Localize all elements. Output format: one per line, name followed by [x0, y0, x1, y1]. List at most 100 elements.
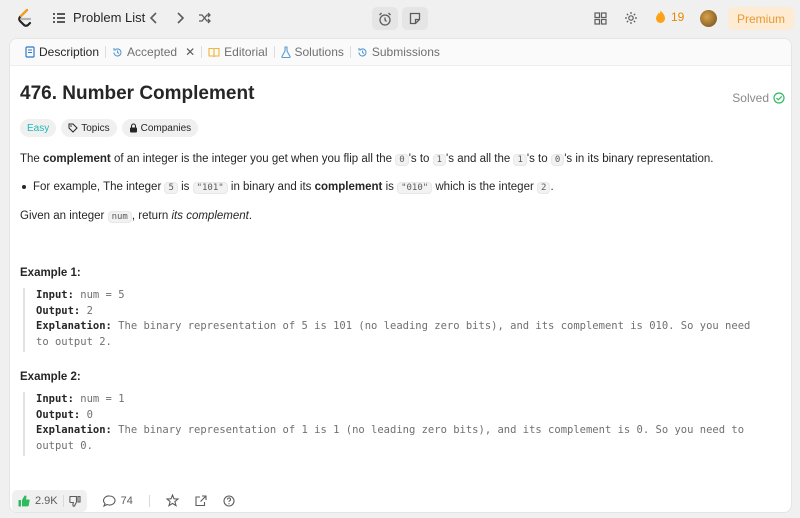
output-label: Output: [36, 304, 81, 317]
text-segment: . [248, 210, 253, 222]
book-icon [208, 47, 220, 57]
text-segment: 's to [408, 153, 433, 165]
text-segment: . [550, 181, 554, 193]
list-icon [53, 12, 65, 23]
input-label: Input: [36, 393, 74, 405]
close-tab-icon[interactable]: ✕ [185, 45, 195, 59]
like-count: 2.9K [35, 494, 58, 507]
grid-layout-icon [593, 11, 607, 25]
tag-row: Easy Topics Companies [20, 119, 199, 137]
comment-icon [102, 494, 116, 507]
companies-button[interactable]: Companies [121, 119, 199, 137]
text-segment: in binary and its [227, 181, 315, 193]
output-value: 0 [80, 408, 93, 421]
comments-button[interactable]: 74 [102, 494, 133, 507]
text-segment: For example, The integer [33, 181, 165, 193]
text-segment: is [177, 181, 193, 193]
chevron-left-icon [149, 12, 157, 24]
thumbs-up-icon [18, 494, 30, 506]
notes-button[interactable] [402, 7, 428, 30]
example-explanation-line: to output 2. [36, 335, 112, 348]
inline-code: "101" [192, 182, 228, 194]
tab-description[interactable]: Description [19, 39, 105, 66]
text-segment: of an integer is the integer you get whe… [110, 153, 396, 165]
panel-tabs: Description Accepted ✕ Editorial Solutio… [10, 39, 791, 66]
next-problem-button[interactable] [171, 9, 189, 27]
tab-editorial-label: Editorial [224, 45, 268, 59]
description-panel: Description Accepted ✕ Editorial Solutio… [9, 38, 792, 513]
input-value: num = 1 [73, 393, 125, 405]
italic-term: its complement [171, 210, 249, 222]
tab-solutions[interactable]: Solutions [275, 39, 350, 66]
history-icon [358, 47, 367, 56]
example-explanation-line: Explanation: The binary representation o… [36, 423, 744, 439]
text-segment: The [20, 153, 44, 165]
tab-description-label: Description [39, 45, 100, 59]
avatar[interactable] [700, 10, 717, 27]
streak-counter[interactable]: 19 [655, 10, 684, 24]
output-value: 2 [80, 304, 93, 317]
help-button[interactable] [223, 494, 235, 507]
premium-button[interactable]: Premium [728, 7, 794, 30]
text-segment: 's to [526, 153, 551, 165]
example-output-line: Output: 2 [36, 304, 750, 320]
inline-code: 0 [550, 154, 565, 166]
leetcode-logo[interactable] [16, 8, 34, 28]
star-icon [165, 494, 179, 507]
tab-accepted-label: Accepted [127, 45, 178, 59]
history-icon [113, 47, 122, 56]
solved-status: Solved [732, 91, 785, 105]
flask-icon [280, 46, 291, 58]
tab-accepted[interactable]: Accepted ✕ [106, 39, 201, 66]
example-explanation-line: Explanation: The binary representation o… [36, 319, 750, 335]
like-dislike-group: 2.9K [12, 489, 87, 512]
favorite-button[interactable] [165, 494, 179, 507]
text-segment: 's in its binary representation. [564, 153, 714, 165]
tab-editorial[interactable]: Editorial [202, 39, 273, 66]
share-icon [195, 494, 207, 506]
example-block: Input: num = 1 Output: 0 Explanation: Th… [23, 392, 744, 456]
input-value: num = 5 [73, 289, 125, 301]
text-segment: Given an integer [20, 210, 108, 222]
thumbs-down-icon [68, 495, 81, 507]
explanation-label: Explanation: [36, 320, 112, 332]
shuffle-icon [199, 12, 211, 24]
tab-submissions[interactable]: Submissions [351, 39, 446, 66]
problem-list-button[interactable]: Problem List [52, 10, 145, 25]
random-problem-button[interactable] [196, 9, 214, 27]
timer-button[interactable] [372, 7, 398, 30]
comment-count: 74 [120, 494, 133, 507]
text-segment: is [382, 181, 398, 193]
topics-button[interactable]: Topics [61, 119, 117, 137]
share-button[interactable] [195, 494, 207, 507]
question-circle-icon [223, 494, 235, 507]
dislike-button[interactable] [68, 495, 81, 507]
bullet-dot [22, 185, 26, 189]
explanation-text: The binary representation of 1 is 1 (no … [111, 424, 745, 436]
tab-submissions-label: Submissions [371, 45, 440, 59]
inline-code: 1 [513, 154, 527, 166]
top-navbar: Problem List 19 Premium [0, 0, 800, 37]
settings-button[interactable] [623, 10, 639, 26]
example-block: Input: num = 5 Output: 2 Explanation: Th… [23, 288, 750, 352]
example-bullet: For example, The integer 5 is "101" in b… [33, 179, 554, 196]
solved-label: Solved [732, 91, 769, 105]
lock-icon [129, 123, 137, 133]
streak-count: 19 [671, 10, 685, 24]
text-segment: , return [131, 210, 172, 222]
input-label: Input: [36, 289, 74, 301]
example-input-line: Input: num = 5 [36, 288, 750, 304]
tag-icon [68, 123, 78, 133]
flame-icon [656, 10, 665, 23]
chevron-right-icon [177, 12, 185, 24]
bar-divider [148, 494, 150, 507]
bold-term: complement [43, 153, 111, 165]
like-button[interactable]: 2.9K [18, 495, 58, 507]
explanation-text: The binary representation of 5 is 101 (n… [111, 320, 751, 332]
problem-list-label: Problem List [73, 10, 146, 25]
layout-button[interactable] [592, 10, 608, 26]
prev-problem-button[interactable] [145, 9, 163, 27]
example-title: Example 2: [20, 371, 81, 383]
inline-code: num [107, 211, 132, 223]
topics-label: Topics [81, 122, 110, 134]
